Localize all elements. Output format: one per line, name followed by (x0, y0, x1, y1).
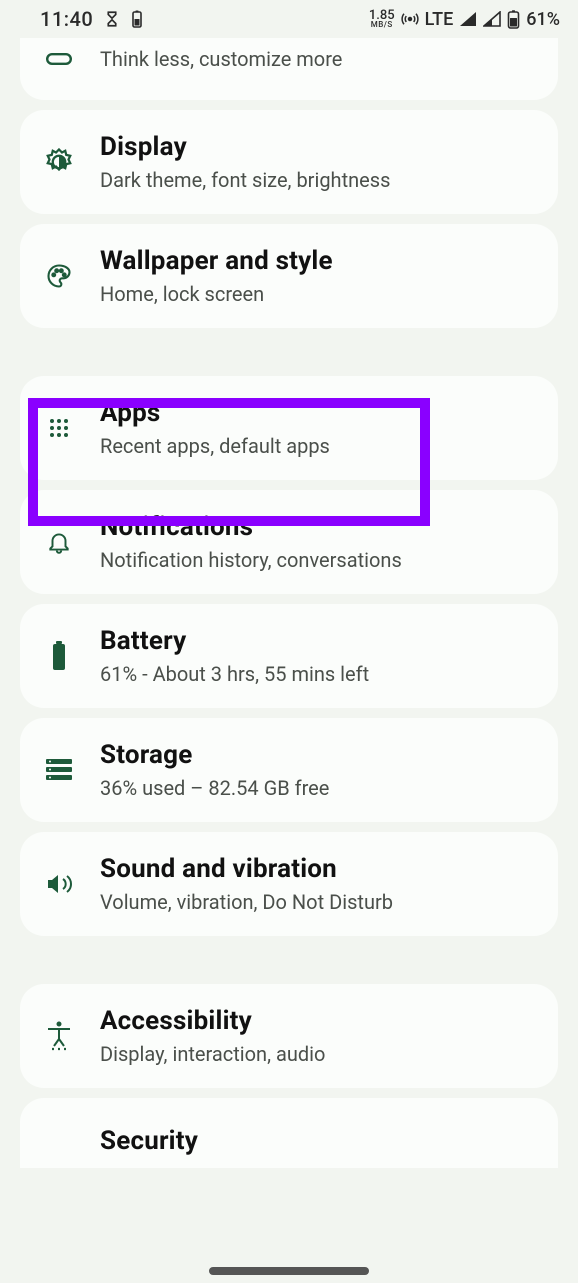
hourglass-icon (103, 10, 121, 28)
settings-item-title: Apps (100, 398, 330, 428)
status-left: 11:40 (40, 7, 143, 31)
settings-item-title: Display (100, 132, 390, 162)
settings-item-subtitle: 61% - About 3 hrs, 55 mins left (100, 662, 369, 686)
settings-item-title: Battery (100, 626, 369, 656)
settings-item-subtitle: Display, interaction, audio (100, 1042, 325, 1066)
settings-item-title: Security (100, 1126, 198, 1156)
settings-item-security[interactable]: Security (20, 1098, 558, 1168)
settings-item-battery[interactable]: Battery 61% - About 3 hrs, 55 mins left (20, 604, 558, 708)
battery-percent: 61% (526, 9, 560, 30)
apps-grid-icon (42, 411, 76, 445)
settings-item-storage[interactable]: Storage 36% used – 82.54 GB free (20, 718, 558, 822)
settings-list: Think less, customize more Display Dark … (0, 38, 578, 1168)
palette-icon (42, 259, 76, 293)
settings-item-display[interactable]: Display Dark theme, font size, brightnes… (20, 110, 558, 214)
settings-item-wallpaper[interactable]: Wallpaper and style Home, lock screen (20, 224, 558, 328)
settings-item-accessibility[interactable]: Accessibility Display, interaction, audi… (20, 984, 558, 1088)
settings-item-subtitle: 36% used – 82.54 GB free (100, 776, 329, 800)
settings-item-title: Notifications (100, 512, 402, 542)
settings-item-customize[interactable]: Think less, customize more (20, 38, 558, 100)
hotspot-icon (401, 10, 419, 28)
settings-item-title: Wallpaper and style (100, 246, 333, 276)
battery-status-icon (507, 10, 520, 29)
settings-item-title: Sound and vibration (100, 854, 393, 884)
settings-item-notifications[interactable]: Notifications Notification history, conv… (20, 490, 558, 594)
battery-icon (42, 639, 76, 673)
settings-item-title: Accessibility (100, 1006, 325, 1036)
settings-item-title: Storage (100, 740, 329, 770)
shield-icon (42, 1124, 76, 1158)
status-clock: 11:40 (40, 7, 93, 31)
net-speed: 1.85 MB/S (369, 10, 395, 29)
pill-icon (42, 42, 76, 76)
section-divider (20, 946, 558, 974)
brightness-icon (42, 145, 76, 179)
bell-icon (42, 525, 76, 559)
settings-item-subtitle: Think less, customize more (100, 47, 342, 71)
net-speed-unit: MB/S (371, 21, 393, 28)
section-divider (20, 338, 558, 366)
storage-icon (42, 753, 76, 787)
settings-item-sound[interactable]: Sound and vibration Volume, vibration, D… (20, 832, 558, 936)
navigation-handle[interactable] (209, 1267, 369, 1275)
settings-item-subtitle: Notification history, conversations (100, 548, 402, 572)
signal-1-icon (459, 11, 477, 27)
status-bar: 11:40 1.85 MB/S LTE (0, 0, 578, 38)
settings-item-subtitle: Recent apps, default apps (100, 434, 330, 458)
network-label: LTE (425, 9, 454, 30)
speaker-icon (42, 867, 76, 901)
settings-item-subtitle: Home, lock screen (100, 282, 333, 306)
settings-item-apps[interactable]: Apps Recent apps, default apps (20, 376, 558, 480)
battery-small-icon (131, 10, 143, 28)
settings-item-subtitle: Dark theme, font size, brightness (100, 168, 390, 192)
settings-item-subtitle: Volume, vibration, Do Not Disturb (100, 890, 393, 914)
signal-2-icon (483, 11, 501, 27)
status-right: 1.85 MB/S LTE 61% (369, 9, 560, 30)
accessibility-icon (42, 1019, 76, 1053)
